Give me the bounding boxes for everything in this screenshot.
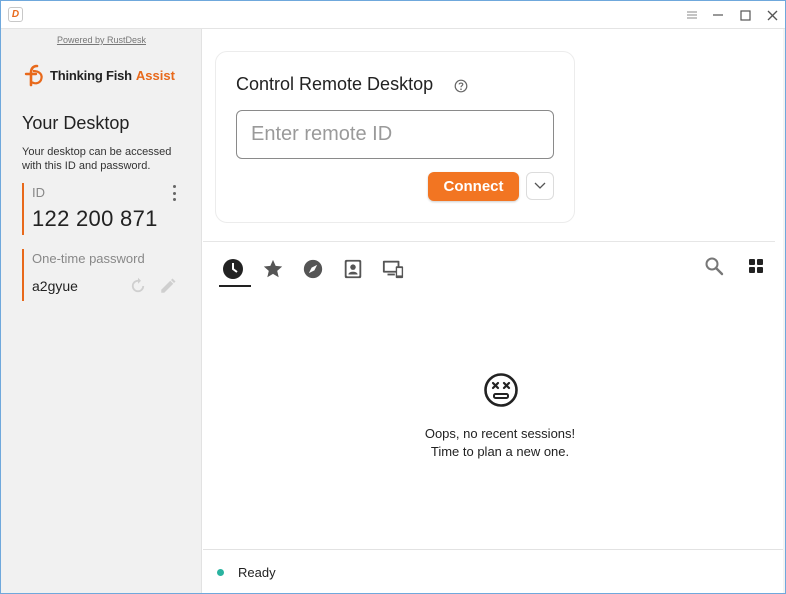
- connect-card: Control Remote Desktop Connect: [215, 51, 575, 223]
- section-divider: [203, 241, 775, 242]
- password-section: One-time password a2gyue: [22, 249, 187, 301]
- connect-options-button[interactable]: [526, 172, 554, 200]
- more-options-icon[interactable]: [169, 185, 179, 201]
- grid-view-button[interactable]: [745, 255, 767, 277]
- tab-recent-sessions[interactable]: [217, 253, 251, 287]
- dizzy-face-icon: [484, 373, 518, 407]
- star-icon: [263, 259, 283, 278]
- status-bar: Ready: [203, 549, 785, 593]
- main-panel: Control Remote Desktop Connect: [203, 29, 785, 593]
- fish-logo-icon: [24, 64, 43, 87]
- edit-icon[interactable]: [159, 277, 177, 295]
- view-tools: [703, 255, 767, 277]
- grid-view-icon: [749, 259, 763, 273]
- status-indicator: [217, 569, 224, 576]
- minimize-button[interactable]: [709, 6, 727, 24]
- help-icon[interactable]: [454, 79, 468, 93]
- id-section: ID 122 200 871: [22, 183, 187, 235]
- close-button[interactable]: [763, 6, 781, 24]
- search-button[interactable]: [703, 255, 725, 277]
- title-bar: D: [1, 1, 785, 29]
- clock-icon: [223, 259, 243, 279]
- app-icon: D: [8, 7, 23, 22]
- window-edge: [783, 29, 785, 593]
- password-label: One-time password: [32, 251, 145, 266]
- id-label: ID: [32, 185, 45, 200]
- maximize-button[interactable]: [736, 6, 754, 24]
- remote-id-input[interactable]: [236, 110, 554, 159]
- peer-tabs: [217, 253, 409, 287]
- sidebar: Powered by RustDesk Thinking Fish Assist…: [1, 29, 202, 593]
- refresh-icon[interactable]: [129, 277, 147, 295]
- id-value[interactable]: 122 200 871: [32, 206, 187, 232]
- tab-address-book[interactable]: [337, 253, 369, 285]
- brand-name: Thinking Fish: [50, 67, 132, 83]
- tab-group[interactable]: [377, 253, 409, 285]
- contact-book-icon: [344, 259, 362, 279]
- devices-icon: [382, 260, 404, 279]
- control-remote-title: Control Remote Desktop: [236, 74, 434, 94]
- empty-message: Oops, no recent sessions!: [424, 426, 576, 441]
- tab-discovered[interactable]: [297, 253, 329, 285]
- connect-button[interactable]: Connect: [428, 172, 519, 201]
- menu-icon[interactable]: [683, 6, 701, 24]
- powered-by-link[interactable]: Powered by RustDesk: [1, 35, 202, 45]
- brand-logo: Thinking Fish Assist: [23, 63, 175, 87]
- app-window: D Powered by RustDesk Thinking Fish Assi…: [0, 0, 786, 594]
- desktop-description: Your desktop can be accessed with this I…: [22, 146, 172, 172]
- compass-icon: [303, 259, 323, 279]
- chevron-down-icon: [534, 182, 546, 189]
- brand-accent: Assist: [135, 67, 175, 83]
- tab-favorites[interactable]: [257, 253, 289, 285]
- your-desktop-heading: Your Desktop: [22, 113, 130, 133]
- status-text: Ready: [238, 565, 276, 580]
- empty-submessage: Time to plan a new one.: [430, 444, 570, 459]
- search-icon: [705, 257, 724, 276]
